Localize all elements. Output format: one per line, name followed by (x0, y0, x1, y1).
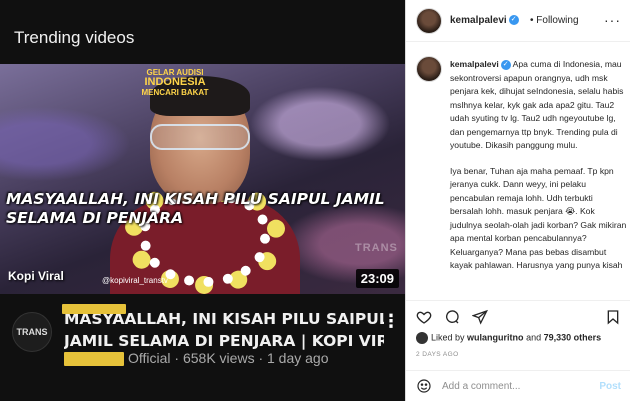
section-title: Trending videos (14, 28, 135, 47)
redacted-channel-name (64, 352, 124, 367)
liker-username[interactable]: wulanguritno (467, 332, 524, 342)
emoji-icon[interactable] (416, 378, 432, 394)
comment-input[interactable]: Add a comment... (442, 381, 520, 392)
post-username[interactable]: kemalpalevi ✓ (450, 15, 519, 26)
liker-avatar[interactable] (416, 332, 428, 344)
avatar[interactable] (416, 8, 442, 34)
trans-tv-watermark: TRANS (355, 242, 398, 254)
verified-badge-icon: ✓ (500, 59, 511, 70)
video-duration: 23:09 (355, 269, 399, 288)
thumbnail-handle: @kopiviral_transtv (102, 276, 168, 285)
bookmark-icon[interactable] (605, 309, 621, 325)
post-button[interactable]: Post (599, 381, 621, 392)
video-meta: Official · 658K views · 1 day ago (64, 350, 329, 367)
video-title[interactable]: MASYAALLAH, INI KISAH PILU SAIPUL JAMIL … (64, 308, 384, 352)
thumbnail-headline: MASYAALLAH, INI KISAH PILU SAIPUL JAMIL … (6, 190, 385, 227)
show-logo: GELAR AUDISI INDONESIA MENCARI BAKAT (141, 68, 209, 97)
caption-paragraph-1: Apa cuma di Indonesia, mau sekontroversi… (450, 59, 624, 150)
caption-paragraph-2: Iya benar, Tuhan aja maha pemaaf. Tp kpn… (450, 165, 627, 271)
redaction-bar (62, 304, 126, 314)
channel-avatar[interactable]: TRANS (12, 312, 52, 352)
kopi-viral-logo: Kopi Viral (8, 269, 64, 283)
video-meta-text: Official · 658K views · 1 day ago (128, 350, 329, 366)
post-actions (406, 300, 630, 330)
follow-status[interactable]: • Following (530, 15, 579, 26)
caption-text: kemalpalevi ✓ Apa cuma di Indonesia, mau … (450, 58, 628, 285)
more-options-icon[interactable]: ··· (604, 12, 621, 28)
video-title-line2: JAMIL SELAMA DI PENJARA | KOPI VIR... (64, 332, 384, 350)
post-timestamp: 2 DAYS AGO (416, 351, 459, 358)
likes-summary: Liked by wulanguritno and 79,330 others (416, 332, 601, 344)
youtube-panel: Trending videos GELAR AUDISI INDONESIA M… (0, 0, 405, 401)
verified-badge-icon: ✓ (508, 15, 519, 26)
face-shield (150, 124, 250, 150)
heart-icon[interactable] (416, 309, 432, 325)
comment-icon[interactable] (444, 309, 460, 325)
instagram-panel: kemalpalevi ✓ • Following ··· kemalpalevi… (405, 0, 630, 401)
vertical-dots-icon[interactable]: ⋮ (382, 312, 400, 330)
caption-avatar[interactable] (416, 56, 442, 82)
likes-count[interactable]: 79,330 others (544, 332, 602, 342)
post-caption: kemalpalevi ✓ Apa cuma di Indonesia, mau … (416, 56, 628, 286)
comment-bar: Add a comment... Post (406, 370, 630, 401)
caption-username[interactable]: kemalpalevi (450, 59, 499, 69)
share-icon[interactable] (472, 309, 488, 325)
video-thumbnail[interactable]: GELAR AUDISI INDONESIA MENCARI BAKAT MAS… (0, 64, 405, 294)
post-header: kemalpalevi ✓ • Following ··· (406, 0, 630, 42)
